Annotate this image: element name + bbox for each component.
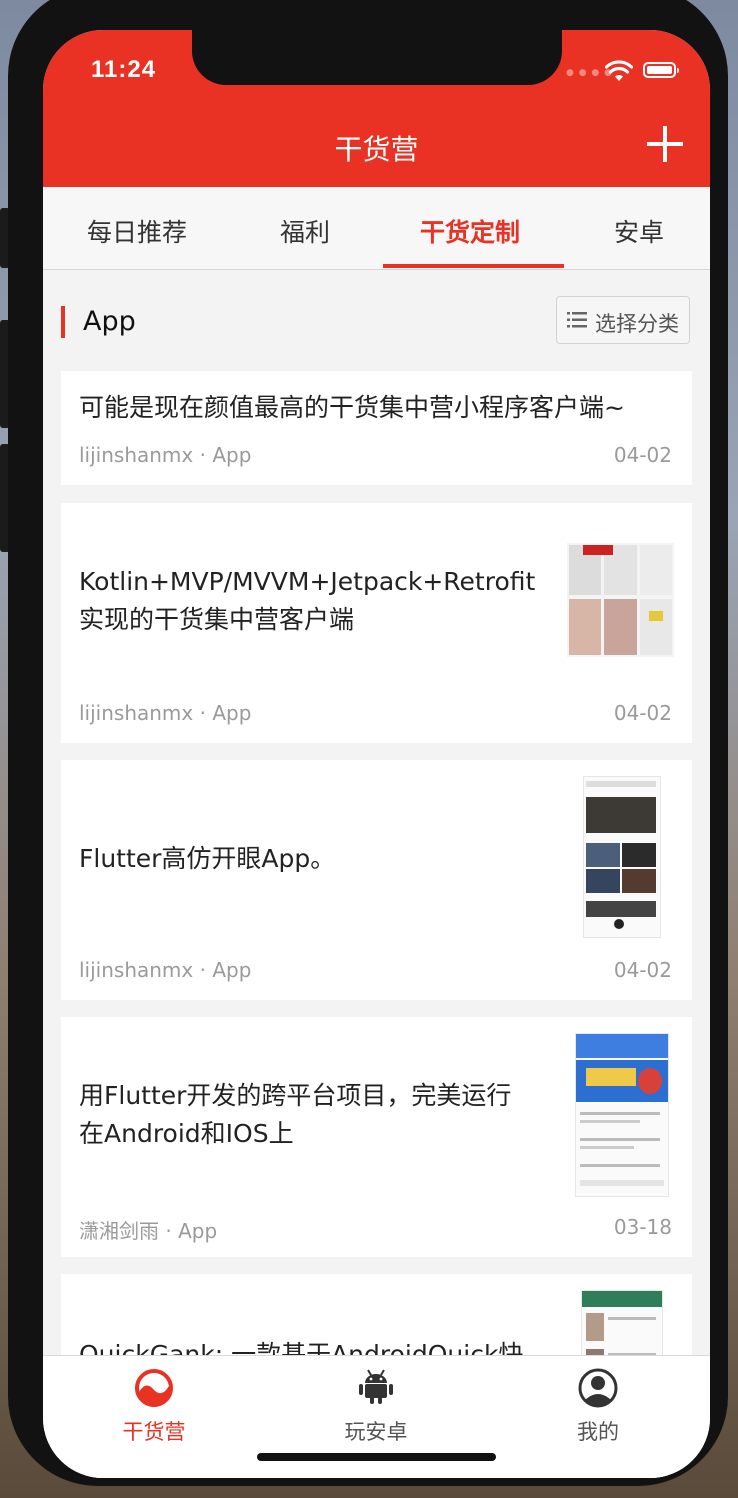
page-title: 干货营 [334,133,419,166]
ganhuoying-logo-icon [135,1369,173,1407]
meta-separator: · [193,701,213,725]
wifi-icon [605,60,633,81]
article-date: 04-02 [613,958,672,982]
article-card[interactable]: Kotlin+MVP/MVVM+Jetpack+Retrofit 实现的干货集中… [61,503,692,743]
article-author: lijinshanmx [79,701,194,725]
article-title: Flutter高仿开眼App。 [79,844,336,873]
article-title-line: 实现的干货集中营客户端 [79,605,355,634]
user-icon [578,1368,618,1408]
article-date: 04-02 [613,443,672,467]
article-card[interactable]: 可能是现在颜值最高的干货集中营小程序客户端~ lijinshanmx · App… [61,371,692,485]
article-thumbnail [567,543,674,657]
section-title: App [83,306,136,337]
add-icon[interactable] [647,126,683,162]
article-title: Kotlin+MVP/MVVM+Jetpack+Retrofit 实现的干货集中… [79,563,535,639]
category-tabs: 每日推荐 福利 干货定制 安卓 [43,187,710,270]
list-icon [567,312,587,328]
article-title: 用Flutter开发的跨平台项目，完美运行 在Android和IOS上 [79,1077,511,1153]
select-category-button[interactable]: 选择分类 [556,296,690,344]
meta-separator: · [159,1219,179,1243]
tab-custom[interactable]: 干货定制 [420,213,520,249]
phone-frame: 11:24 ● ● ● ● 干货营 每日推荐 福利 干货定制 安卓 App 选择… [8,0,728,1486]
section-marker [61,306,65,338]
status-time: 11:24 [91,56,157,83]
article-meta: 潇湘剑雨 · App [79,1215,217,1244]
article-thumbnail [575,1033,669,1197]
tab-android[interactable]: 安卓 [614,213,664,249]
meta-separator: · [193,443,213,467]
article-date: 03-18 [613,1215,672,1239]
app-screen: 11:24 ● ● ● ● 干货营 每日推荐 福利 干货定制 安卓 App 选择… [43,30,710,1478]
app-header: 11:24 ● ● ● ● 干货营 [43,30,710,187]
home-indicator[interactable] [257,1453,496,1461]
article-title: 可能是现在颜值最高的干货集中营小程序客户端~ [79,393,625,422]
article-meta: lijinshanmx · App [79,958,251,982]
article-author: lijinshanmx [79,443,194,467]
active-tab-indicator [383,264,564,268]
article-meta: lijinshanmx · App [79,443,251,467]
article-author: 潇湘剑雨 [79,1219,159,1243]
article-title-line: 在Android和IOS上 [79,1119,294,1148]
article-category: App [212,958,252,982]
tabbar-label: 我的 [577,1420,619,1444]
article-card[interactable]: Flutter高仿开眼App。 lijinshanmx · App 04-02 [61,760,692,1000]
article-category: App [212,701,252,725]
article-author: lijinshanmx [79,958,194,982]
article-thumbnail [583,776,661,938]
tab-welfare[interactable]: 福利 [280,213,330,249]
battery-icon [643,62,679,78]
article-card[interactable]: 用Flutter开发的跨平台项目，完美运行 在Android和IOS上 潇湘剑雨… [61,1017,692,1257]
article-title-line: Kotlin+MVP/MVVM+Jetpack+Retrofit [79,567,536,596]
tab-daily[interactable]: 每日推荐 [87,213,187,249]
article-category: App [212,443,252,467]
article-category: App [178,1219,218,1243]
tabbar-label: 玩安卓 [344,1420,408,1444]
device-notch [192,30,562,85]
meta-separator: · [193,958,213,982]
article-meta: lijinshanmx · App [79,701,251,725]
article-date: 04-02 [613,701,672,725]
android-icon [359,1369,393,1404]
select-category-label: 选择分类 [595,312,679,336]
tabbar-label: 干货营 [122,1420,186,1444]
article-title-line: 用Flutter开发的跨平台项目，完美运行 [79,1081,512,1110]
